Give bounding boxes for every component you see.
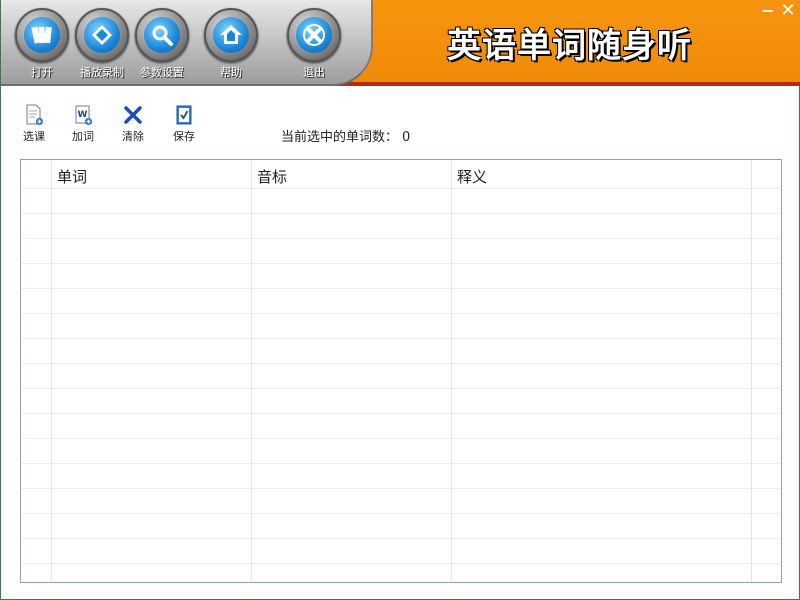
save-label: 保存 (173, 130, 195, 143)
row-divider (21, 388, 781, 389)
exit-button-frame (287, 8, 341, 62)
add-word-label: 加词 (72, 130, 94, 143)
column-divider (51, 160, 52, 582)
row-divider (21, 463, 781, 464)
word-list-table[interactable]: 单词 音标 释义 (20, 159, 782, 583)
minimize-button[interactable]: − (759, 2, 777, 20)
select-lesson-label: 选课 (23, 130, 45, 143)
title-bar: 英语单词随身听 − ✕ 打开 播放录制 参数设置 帮助 退出 (1, 0, 800, 88)
row-divider (21, 513, 781, 514)
exit-x-icon (296, 17, 332, 53)
magnifier-settings-icon (144, 17, 180, 53)
row-divider (21, 363, 781, 364)
row-divider (21, 313, 781, 314)
app-title: 英语单词随身听 (447, 26, 692, 66)
exit-label: 退出 (303, 66, 325, 79)
row-divider (21, 213, 781, 214)
clear-label: 清除 (122, 130, 144, 143)
open-button-frame (15, 8, 69, 62)
add-word-icon: W (72, 104, 94, 126)
play-record-button-frame (75, 8, 129, 62)
app-window: 英语单词随身听 − ✕ 打开 播放录制 参数设置 帮助 退出 选课 W 加词 清… (0, 0, 800, 600)
row-divider (21, 263, 781, 264)
column-divider (451, 160, 452, 582)
play-record-icon (84, 17, 120, 53)
svg-text:W: W (78, 110, 88, 120)
row-divider (21, 563, 781, 564)
column-header-word[interactable]: 单词 (57, 166, 87, 187)
column-header-phonetic[interactable]: 音标 (257, 166, 287, 187)
row-divider (21, 288, 781, 289)
play-record-button[interactable]: 播放录制 (75, 8, 129, 80)
select-lesson-button[interactable]: 选课 (19, 104, 49, 144)
add-word-button[interactable]: W 加词 (68, 104, 98, 144)
house-help-icon (213, 17, 249, 53)
row-divider (21, 438, 781, 439)
selected-count-value: 0 (402, 130, 411, 145)
help-button[interactable]: 帮助 (204, 8, 258, 80)
selected-count-status: 当前选中的单词数： 0 (281, 126, 410, 145)
column-divider (251, 160, 252, 582)
settings-label: 参数设置 (140, 66, 184, 79)
row-divider (21, 238, 781, 239)
column-header-definition[interactable]: 释义 (457, 166, 487, 187)
select-lesson-icon (23, 104, 45, 126)
help-label: 帮助 (220, 66, 242, 79)
row-divider (21, 188, 781, 189)
help-button-frame (204, 8, 258, 62)
row-divider (21, 413, 781, 414)
row-divider (21, 338, 781, 339)
clear-button[interactable]: 清除 (118, 104, 148, 144)
row-divider (21, 488, 781, 489)
save-checklist-icon (173, 104, 195, 126)
settings-button[interactable]: 参数设置 (135, 8, 189, 80)
settings-button-frame (135, 8, 189, 62)
clear-x-icon (122, 104, 144, 126)
selected-count-label: 当前选中的单词数： (281, 130, 399, 145)
close-button[interactable]: ✕ (779, 2, 797, 20)
row-divider (21, 538, 781, 539)
open-cards-icon (24, 17, 60, 53)
save-button[interactable]: 保存 (169, 104, 199, 144)
open-button[interactable]: 打开 (15, 8, 69, 80)
exit-button[interactable]: 退出 (287, 8, 341, 80)
column-divider (751, 160, 752, 582)
